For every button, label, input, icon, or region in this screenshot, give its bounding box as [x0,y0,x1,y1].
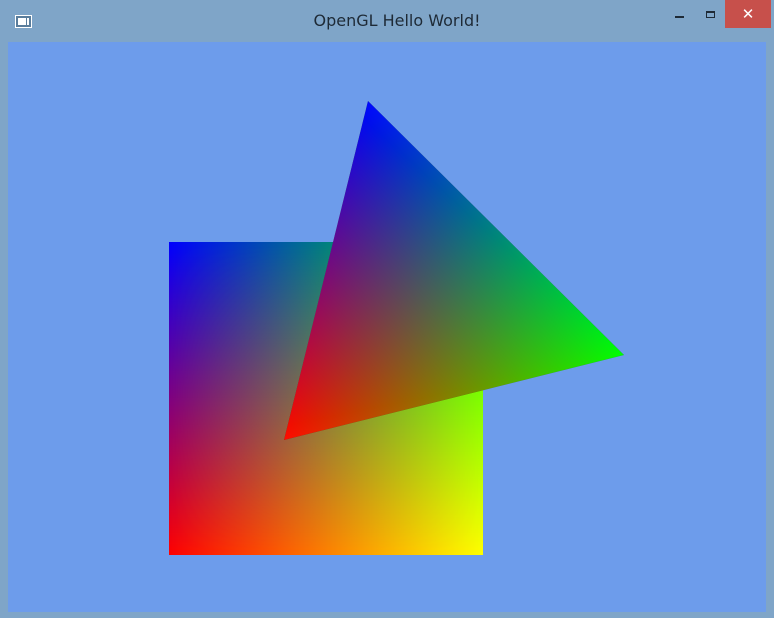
close-button[interactable]: ✕ [725,0,771,28]
window-title: OpenGL Hello World! [313,11,481,30]
minimize-button[interactable] [666,0,692,28]
maximize-icon [705,10,715,18]
application-window: OpenGL Hello World! ✕ [0,0,774,618]
close-icon: ✕ [741,4,755,23]
title-bar[interactable]: OpenGL Hello World! ✕ [0,0,774,42]
render-canvas [169,101,624,555]
maximize-button[interactable] [696,0,724,28]
window-bottom-border [0,612,774,618]
minimize-icon [674,16,684,18]
gradient-triangle [284,101,624,440]
opengl-viewport[interactable] [8,42,766,612]
